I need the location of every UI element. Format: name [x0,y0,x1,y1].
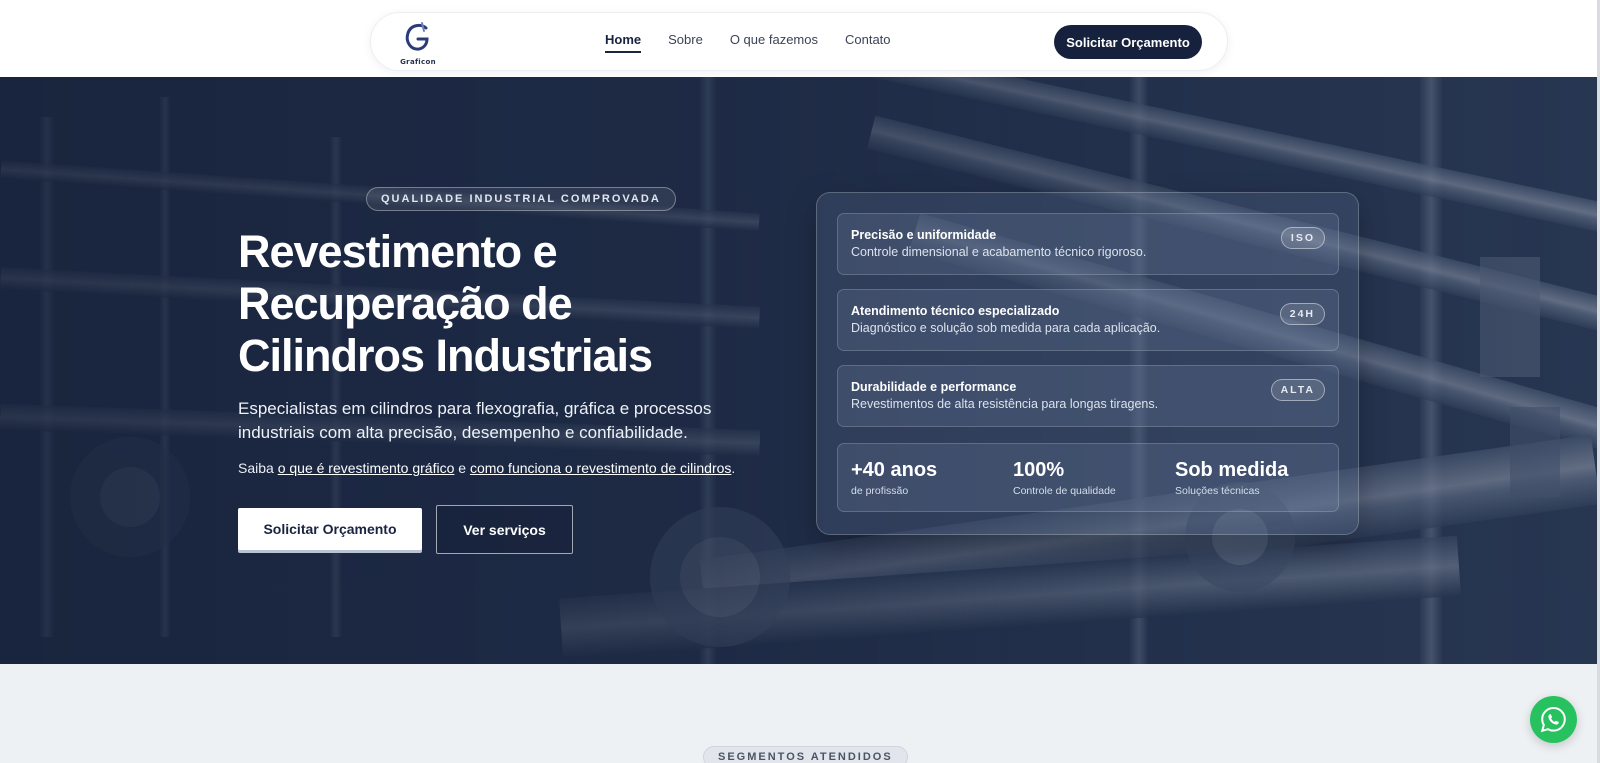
nav-home[interactable]: Home [605,30,642,53]
feature-description: Revestimentos de alta resistência para l… [851,397,1159,411]
whatsapp-icon [1540,706,1566,733]
feature-badge: 24H [1279,303,1325,325]
stat-custom: Sob medida Soluções técnicas [1175,458,1288,497]
hero-title: Revestimento e Recuperação de Cilindros … [238,226,653,381]
learn-more-prefix: Saiba [238,460,274,476]
stats-row: +40 anos de profissão 100% Controle de q… [837,443,1339,512]
main-nav: Home Sobre O que fazemos Contato [605,30,918,53]
stat-quality: 100% Controle de qualidade [1013,458,1116,497]
hero-quote-button[interactable]: Solicitar Orçamento [238,508,422,550]
feature-badge: ALTA [1270,379,1325,401]
hero-section: QUALIDADE INDUSTRIAL COMPROVADA Revestim… [0,77,1600,664]
feature-description: Diagnóstico e solução sob medida para ca… [851,321,1161,335]
stat-value: 100% [1013,459,1065,481]
nav-o-que-fazemos[interactable]: O que fazemos [730,30,818,53]
hero-learn-more: Saiba o que é revestimento gráfico e com… [238,460,735,476]
whatsapp-button[interactable] [1530,696,1577,743]
feature-card-support: Atendimento técnico especializado Diagnó… [837,289,1339,351]
feature-badge: ISO [1280,227,1325,249]
hero-subtitle: Especialistas em cilindros para flexogra… [238,399,712,442]
link-como-funciona[interactable]: como funciona o revestimento de cilindro… [470,460,731,476]
feature-title: Precisão e uniformidade [851,228,997,242]
nav-container: Graficon Home Sobre O que fazemos Contat… [370,12,1228,71]
learn-more-suffix: . [731,460,736,476]
feature-card-durability: Durabilidade e performance Revestimentos… [837,365,1339,427]
nav-sobre[interactable]: Sobre [668,30,703,53]
stat-experience: +40 anos de profissão [851,458,937,497]
learn-more-conjunction: e [458,460,467,476]
features-panel: Precisão e uniformidade Controle dimensi… [816,192,1359,535]
stat-label: Controle de qualidade [1013,485,1116,497]
stat-label: de profissão [851,485,909,497]
hero-services-button[interactable]: Ver serviços [436,505,573,554]
graficon-g-icon [405,22,429,51]
nav-contato[interactable]: Contato [845,30,891,53]
brand-logo[interactable]: Graficon [398,21,438,66]
stat-value: Sob medida [1175,459,1289,481]
stat-label: Soluções técnicas [1175,485,1260,497]
site-header: Graficon Home Sobre O que fazemos Contat… [0,0,1600,77]
feature-card-precision: Precisão e uniformidade Controle dimensi… [837,213,1339,275]
stat-value: +40 anos [851,459,938,481]
hero-eyebrow-badge: QUALIDADE INDUSTRIAL COMPROVADA [366,187,676,211]
link-revestimento-grafico[interactable]: o que é revestimento gráfico [278,460,455,476]
feature-title: Durabilidade e performance [851,380,1017,394]
feature-description: Controle dimensional e acabamento técnic… [851,245,1147,259]
feature-title: Atendimento técnico especializado [851,304,1060,318]
logo-wordmark: Graficon [400,58,436,66]
segments-tag: SEGMENTOS ATENDIDOS [703,746,908,763]
header-quote-button[interactable]: Solicitar Orçamento [1054,25,1202,59]
segments-section: SEGMENTOS ATENDIDOS [0,664,1600,763]
